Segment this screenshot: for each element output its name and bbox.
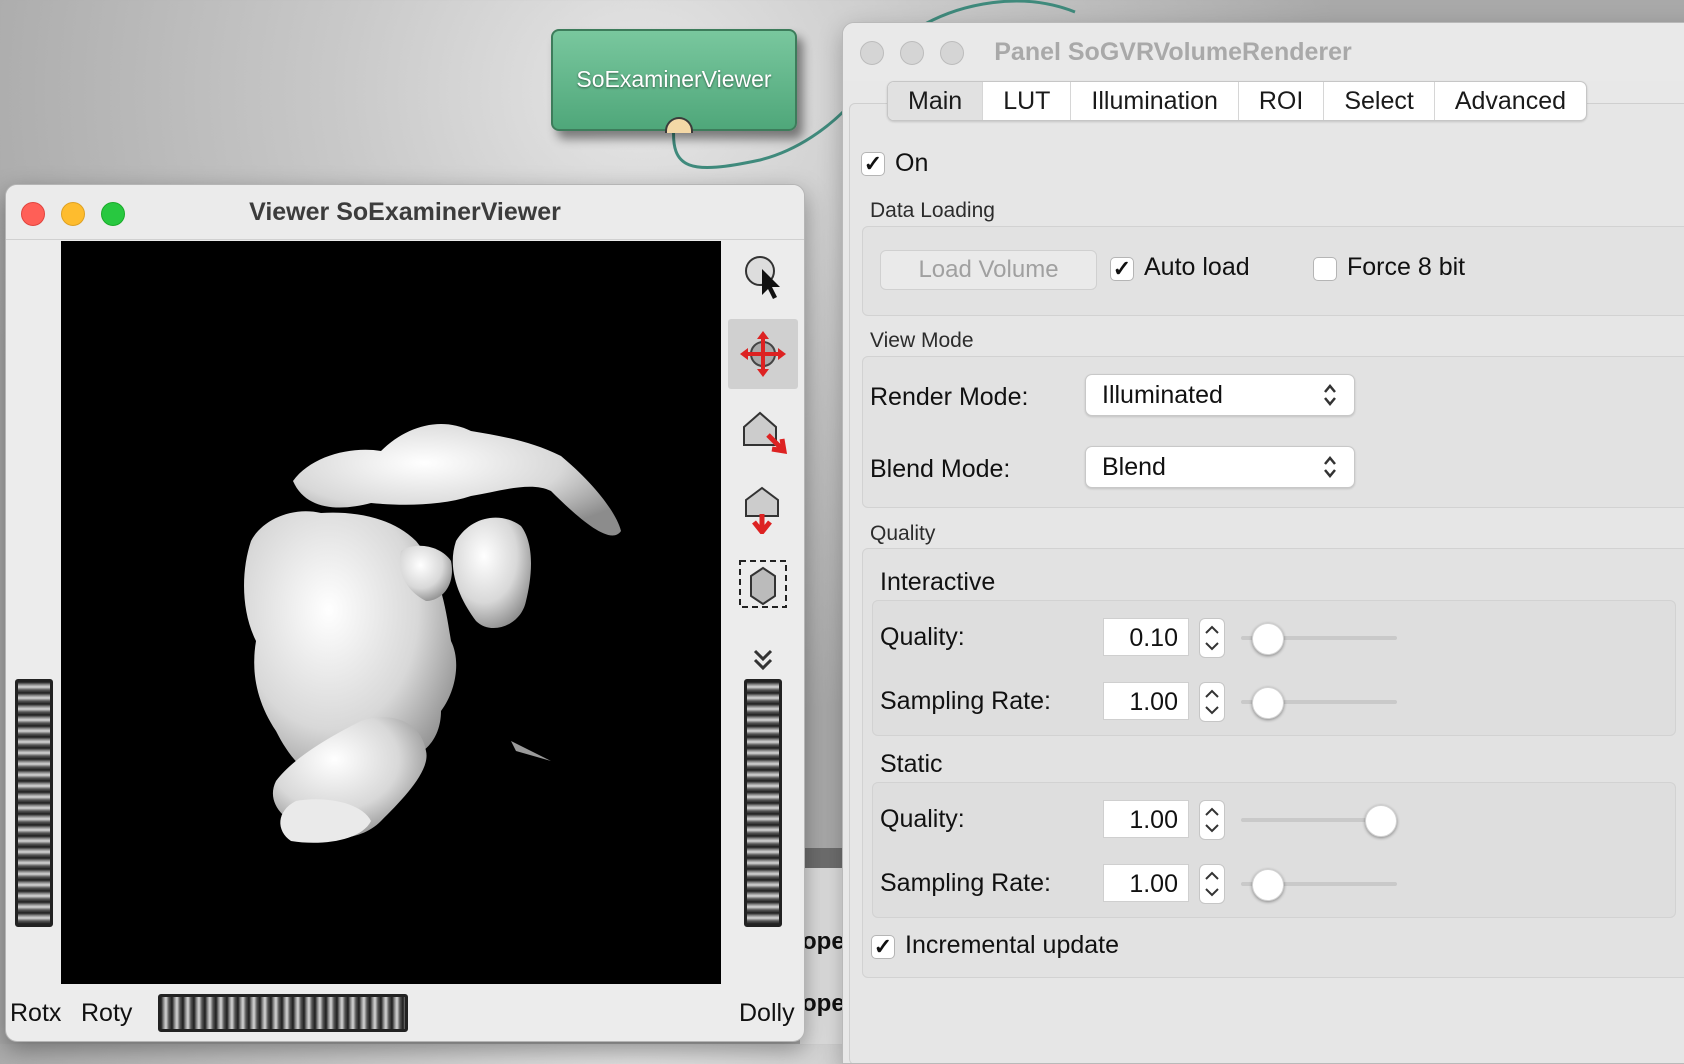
rotx-label: Rotx — [10, 999, 62, 1027]
incremental-update-checkbox[interactable]: ✓ — [871, 935, 895, 959]
tab-main[interactable]: Main — [888, 82, 983, 120]
background-network-strip — [800, 848, 845, 868]
background-module-label: ope — [802, 928, 845, 955]
stepper-arrows-icon — [1205, 689, 1219, 715]
render-mode-value: Illuminated — [1102, 381, 1223, 409]
interactive-quality-label: Quality: — [880, 623, 965, 651]
tab-lut[interactable]: LUT — [982, 82, 1070, 120]
interactive-group-title: Interactive — [880, 568, 996, 596]
static-quality-field[interactable]: 1.00 — [1103, 800, 1189, 838]
tab-illumination[interactable]: Illumination — [1070, 82, 1237, 120]
render-mode-select[interactable]: Illuminated — [1085, 374, 1355, 416]
viewer-window: Viewer SoExaminerViewer Rotx Roty Dolly — [5, 184, 805, 1042]
dolly-thumbwheel[interactable] — [744, 679, 782, 927]
rotx-thumbwheel[interactable] — [15, 679, 53, 927]
stepper-arrows-icon — [1205, 871, 1219, 897]
panel-titlebar[interactable]: Panel SoGVRVolumeRenderer — [843, 23, 1684, 81]
static-group-title: Static — [880, 750, 943, 778]
data-loading-section-title: Data Loading — [870, 199, 995, 222]
stepper-arrows-icon — [1205, 807, 1219, 833]
force-8bit-label: Force 8 bit — [1347, 253, 1466, 281]
interactive-quality-slider-knob[interactable] — [1251, 623, 1284, 655]
set-home-icon — [745, 486, 779, 534]
tab-advanced[interactable]: Advanced — [1433, 82, 1586, 120]
volume-rendering-image — [244, 423, 621, 843]
on-label: On — [895, 149, 929, 177]
interactive-sampling-field[interactable]: 1.00 — [1103, 682, 1189, 720]
quality-section-title: Quality — [870, 522, 936, 545]
viewer-titlebar[interactable]: Viewer SoExaminerViewer — [6, 185, 804, 240]
incremental-update-label: Incremental update — [905, 931, 1120, 959]
interactive-quality-stepper[interactable] — [1199, 618, 1225, 658]
view-all-icon — [739, 560, 787, 608]
viewer-window-title: Viewer SoExaminerViewer — [249, 198, 561, 226]
force-8bit-checkbox[interactable] — [1313, 257, 1337, 281]
panel-window-title: Panel SoGVRVolumeRenderer — [994, 38, 1352, 66]
static-sampling-field[interactable]: 1.00 — [1103, 864, 1189, 902]
updown-chevron-icon — [1324, 384, 1336, 406]
static-sampling-label: Sampling Rate: — [880, 869, 1051, 897]
soexaminerviewer-module-node[interactable]: SoExaminerViewer — [551, 29, 797, 133]
static-sampling-stepper[interactable] — [1199, 864, 1225, 904]
tab-select[interactable]: Select — [1323, 82, 1433, 120]
home-button[interactable] — [728, 395, 798, 465]
module-node-label: SoExaminerViewer — [576, 66, 772, 92]
view-all-button[interactable] — [728, 549, 798, 619]
static-quality-label: Quality: — [880, 805, 965, 833]
blend-mode-label: Blend Mode: — [870, 455, 1011, 483]
more-tools-button[interactable] — [728, 625, 798, 695]
static-quality-stepper[interactable] — [1199, 800, 1225, 840]
view-mode-button[interactable] — [728, 319, 798, 389]
rotate-icon — [740, 331, 786, 377]
blend-mode-select[interactable]: Blend — [1085, 446, 1355, 488]
dolly-label: Dolly — [739, 999, 795, 1027]
blend-mode-value: Blend — [1102, 453, 1166, 481]
tab-bar: Main LUT Illumination ROI Select Advance… — [887, 81, 1588, 121]
static-quality-slider-knob[interactable] — [1365, 805, 1397, 837]
interactive-sampling-slider-knob[interactable] — [1251, 687, 1284, 719]
pick-icon — [745, 256, 780, 299]
module-output-port[interactable] — [665, 117, 693, 133]
auto-load-label: Auto load — [1144, 253, 1250, 281]
set-home-button[interactable] — [728, 473, 798, 543]
static-sampling-slider-knob[interactable] — [1251, 869, 1284, 901]
stepper-arrows-icon — [1205, 625, 1219, 651]
home-icon — [743, 411, 788, 455]
interactive-sampling-label: Sampling Rate: — [880, 687, 1051, 715]
3d-render-viewport[interactable] — [61, 241, 721, 984]
roty-thumbwheel[interactable] — [158, 994, 408, 1032]
pick-mode-button[interactable] — [728, 241, 798, 311]
interactive-sampling-stepper[interactable] — [1199, 682, 1225, 722]
roty-label: Roty — [81, 999, 133, 1027]
interactive-quality-field[interactable]: 0.10 — [1103, 618, 1189, 656]
render-mode-label: Render Mode: — [870, 383, 1029, 411]
background-module-label: ope — [802, 990, 845, 1017]
load-volume-button[interactable]: Load Volume — [880, 250, 1097, 290]
auto-load-checkbox[interactable]: ✓ — [1110, 257, 1134, 281]
tab-roi[interactable]: ROI — [1237, 82, 1323, 120]
view-mode-section-title: View Mode — [870, 329, 974, 352]
chevron-double-down-icon — [753, 649, 773, 671]
on-checkbox[interactable]: ✓ — [861, 152, 885, 176]
updown-chevron-icon — [1324, 456, 1336, 478]
